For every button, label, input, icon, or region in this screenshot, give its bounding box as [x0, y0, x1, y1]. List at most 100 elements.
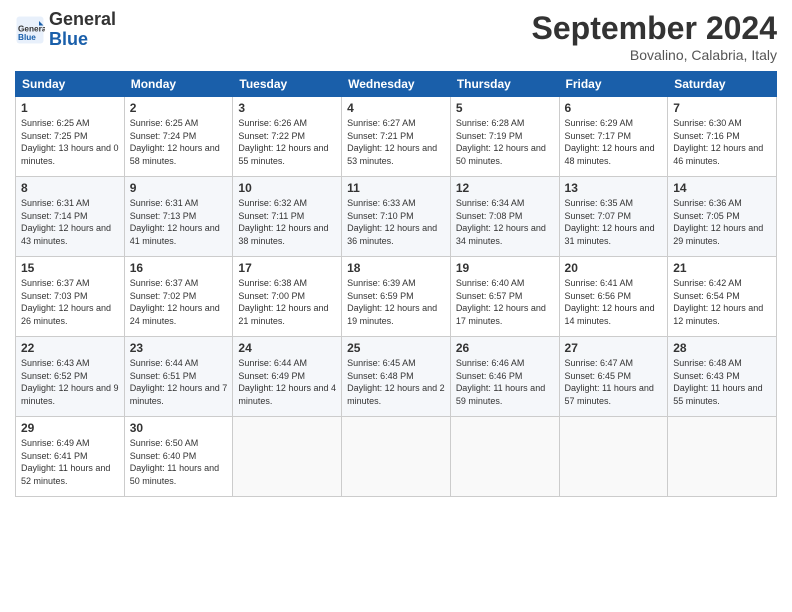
calendar-header-row: SundayMondayTuesdayWednesdayThursdayFrid…: [16, 72, 777, 97]
day-info: Sunrise: 6:36 AMSunset: 7:05 PMDaylight:…: [673, 197, 771, 247]
calendar-day-cell: 27 Sunrise: 6:47 AMSunset: 6:45 PMDayligh…: [559, 337, 668, 417]
title-block: September 2024 Bovalino, Calabria, Italy: [532, 10, 777, 63]
logo-icon: General Blue: [15, 15, 45, 45]
day-number: 24: [238, 341, 336, 355]
calendar-day-cell: 26 Sunrise: 6:46 AMSunset: 6:46 PMDayligh…: [450, 337, 559, 417]
day-number: 2: [130, 101, 228, 115]
day-number: 28: [673, 341, 771, 355]
location: Bovalino, Calabria, Italy: [532, 47, 777, 63]
calendar-day-cell: 20 Sunrise: 6:41 AMSunset: 6:56 PMDayligh…: [559, 257, 668, 337]
day-info: Sunrise: 6:31 AMSunset: 7:13 PMDaylight:…: [130, 197, 228, 247]
day-number: 9: [130, 181, 228, 195]
calendar-header-friday: Friday: [559, 72, 668, 97]
calendar-day-cell: [559, 417, 668, 497]
calendar-day-cell: 16 Sunrise: 6:37 AMSunset: 7:02 PMDayligh…: [124, 257, 233, 337]
day-number: 26: [456, 341, 554, 355]
day-info: Sunrise: 6:34 AMSunset: 7:08 PMDaylight:…: [456, 197, 554, 247]
logo-blue: Blue: [49, 29, 88, 49]
calendar-day-cell: 12Sunrise: 6:34 AMSunset: 7:08 PMDayligh…: [450, 177, 559, 257]
calendar-day-cell: [668, 417, 777, 497]
day-info: Sunrise: 6:37 AMSunset: 7:03 PMDaylight:…: [21, 277, 119, 327]
logo-general: General: [49, 9, 116, 29]
calendar-day-cell: 11 Sunrise: 6:33 AMSunset: 7:10 PMDayligh…: [342, 177, 451, 257]
day-info: Sunrise: 6:49 AMSunset: 6:41 PMDaylight:…: [21, 437, 119, 487]
day-number: 19: [456, 261, 554, 275]
day-info: Sunrise: 6:29 AMSunset: 7:17 PMDaylight:…: [565, 117, 663, 167]
calendar-week-row: 1 Sunrise: 6:25 AMSunset: 7:25 PMDaylight…: [16, 97, 777, 177]
day-info: Sunrise: 6:41 AMSunset: 6:56 PMDaylight:…: [565, 277, 663, 327]
day-info: Sunrise: 6:31 AMSunset: 7:14 PMDaylight:…: [21, 197, 119, 247]
day-number: 16: [130, 261, 228, 275]
day-info: Sunrise: 6:25 AMSunset: 7:24 PMDaylight:…: [130, 117, 228, 167]
logo-text-block: General Blue: [49, 10, 116, 50]
calendar-day-cell: 14Sunrise: 6:36 AMSunset: 7:05 PMDayligh…: [668, 177, 777, 257]
calendar-day-cell: 8 Sunrise: 6:31 AMSunset: 7:14 PMDaylight…: [16, 177, 125, 257]
day-number: 7: [673, 101, 771, 115]
calendar-day-cell: 23Sunrise: 6:44 AMSunset: 6:51 PMDayligh…: [124, 337, 233, 417]
calendar-day-cell: 2 Sunrise: 6:25 AMSunset: 7:24 PMDaylight…: [124, 97, 233, 177]
day-number: 22: [21, 341, 119, 355]
calendar-day-cell: 4 Sunrise: 6:27 AMSunset: 7:21 PMDaylight…: [342, 97, 451, 177]
calendar-day-cell: 3 Sunrise: 6:26 AMSunset: 7:22 PMDaylight…: [233, 97, 342, 177]
calendar-day-cell: 25Sunrise: 6:45 AMSunset: 6:48 PMDayligh…: [342, 337, 451, 417]
day-number: 15: [21, 261, 119, 275]
day-number: 27: [565, 341, 663, 355]
day-number: 6: [565, 101, 663, 115]
calendar-day-cell: 17Sunrise: 6:38 AMSunset: 7:00 PMDayligh…: [233, 257, 342, 337]
calendar-day-cell: 24 Sunrise: 6:44 AMSunset: 6:49 PMDayligh…: [233, 337, 342, 417]
calendar-header-saturday: Saturday: [668, 72, 777, 97]
day-info: Sunrise: 6:33 AMSunset: 7:10 PMDaylight:…: [347, 197, 445, 247]
day-info: Sunrise: 6:25 AMSunset: 7:25 PMDaylight:…: [21, 117, 119, 167]
day-info: Sunrise: 6:44 AMSunset: 6:49 PMDaylight:…: [238, 357, 336, 407]
header: General Blue General Blue September 2024…: [15, 10, 777, 63]
calendar-header-tuesday: Tuesday: [233, 72, 342, 97]
calendar-day-cell: 7 Sunrise: 6:30 AMSunset: 7:16 PMDaylight…: [668, 97, 777, 177]
day-info: Sunrise: 6:39 AMSunset: 6:59 PMDaylight:…: [347, 277, 445, 327]
calendar-table: SundayMondayTuesdayWednesdayThursdayFrid…: [15, 71, 777, 497]
calendar-day-cell: 29 Sunrise: 6:49 AMSunset: 6:41 PMDayligh…: [16, 417, 125, 497]
day-number: 18: [347, 261, 445, 275]
day-number: 13: [565, 181, 663, 195]
day-info: Sunrise: 6:28 AMSunset: 7:19 PMDaylight:…: [456, 117, 554, 167]
day-info: Sunrise: 6:38 AMSunset: 7:00 PMDaylight:…: [238, 277, 336, 327]
calendar-day-cell: 15 Sunrise: 6:37 AMSunset: 7:03 PMDayligh…: [16, 257, 125, 337]
day-info: Sunrise: 6:40 AMSunset: 6:57 PMDaylight:…: [456, 277, 554, 327]
day-number: 21: [673, 261, 771, 275]
day-info: Sunrise: 6:30 AMSunset: 7:16 PMDaylight:…: [673, 117, 771, 167]
calendar-day-cell: 1 Sunrise: 6:25 AMSunset: 7:25 PMDaylight…: [16, 97, 125, 177]
day-number: 11: [347, 181, 445, 195]
day-info: Sunrise: 6:27 AMSunset: 7:21 PMDaylight:…: [347, 117, 445, 167]
calendar-day-cell: 9 Sunrise: 6:31 AMSunset: 7:13 PMDaylight…: [124, 177, 233, 257]
day-number: 5: [456, 101, 554, 115]
calendar-day-cell: 22 Sunrise: 6:43 AMSunset: 6:52 PMDayligh…: [16, 337, 125, 417]
calendar-day-cell: [450, 417, 559, 497]
calendar-day-cell: 10 Sunrise: 6:32 AMSunset: 7:11 PMDayligh…: [233, 177, 342, 257]
day-info: Sunrise: 6:47 AMSunset: 6:45 PMDaylight:…: [565, 357, 663, 407]
day-info: Sunrise: 6:43 AMSunset: 6:52 PMDaylight:…: [21, 357, 119, 407]
day-number: 10: [238, 181, 336, 195]
day-number: 8: [21, 181, 119, 195]
day-number: 29: [21, 421, 119, 435]
calendar-header-wednesday: Wednesday: [342, 72, 451, 97]
day-number: 1: [21, 101, 119, 115]
day-info: Sunrise: 6:42 AMSunset: 6:54 PMDaylight:…: [673, 277, 771, 327]
day-info: Sunrise: 6:48 AMSunset: 6:43 PMDaylight:…: [673, 357, 771, 407]
day-number: 30: [130, 421, 228, 435]
day-info: Sunrise: 6:26 AMSunset: 7:22 PMDaylight:…: [238, 117, 336, 167]
calendar-day-cell: [342, 417, 451, 497]
day-number: 25: [347, 341, 445, 355]
day-info: Sunrise: 6:37 AMSunset: 7:02 PMDaylight:…: [130, 277, 228, 327]
day-info: Sunrise: 6:50 AMSunset: 6:40 PMDaylight:…: [130, 437, 228, 487]
day-number: 4: [347, 101, 445, 115]
svg-text:Blue: Blue: [18, 33, 36, 42]
calendar-week-row: 29 Sunrise: 6:49 AMSunset: 6:41 PMDayligh…: [16, 417, 777, 497]
calendar-day-cell: 5 Sunrise: 6:28 AMSunset: 7:19 PMDaylight…: [450, 97, 559, 177]
day-info: Sunrise: 6:46 AMSunset: 6:46 PMDaylight:…: [456, 357, 554, 407]
calendar-week-row: 22 Sunrise: 6:43 AMSunset: 6:52 PMDayligh…: [16, 337, 777, 417]
day-info: Sunrise: 6:32 AMSunset: 7:11 PMDaylight:…: [238, 197, 336, 247]
day-info: Sunrise: 6:35 AMSunset: 7:07 PMDaylight:…: [565, 197, 663, 247]
calendar-day-cell: 28 Sunrise: 6:48 AMSunset: 6:43 PMDayligh…: [668, 337, 777, 417]
day-number: 3: [238, 101, 336, 115]
calendar-header-sunday: Sunday: [16, 72, 125, 97]
day-number: 20: [565, 261, 663, 275]
